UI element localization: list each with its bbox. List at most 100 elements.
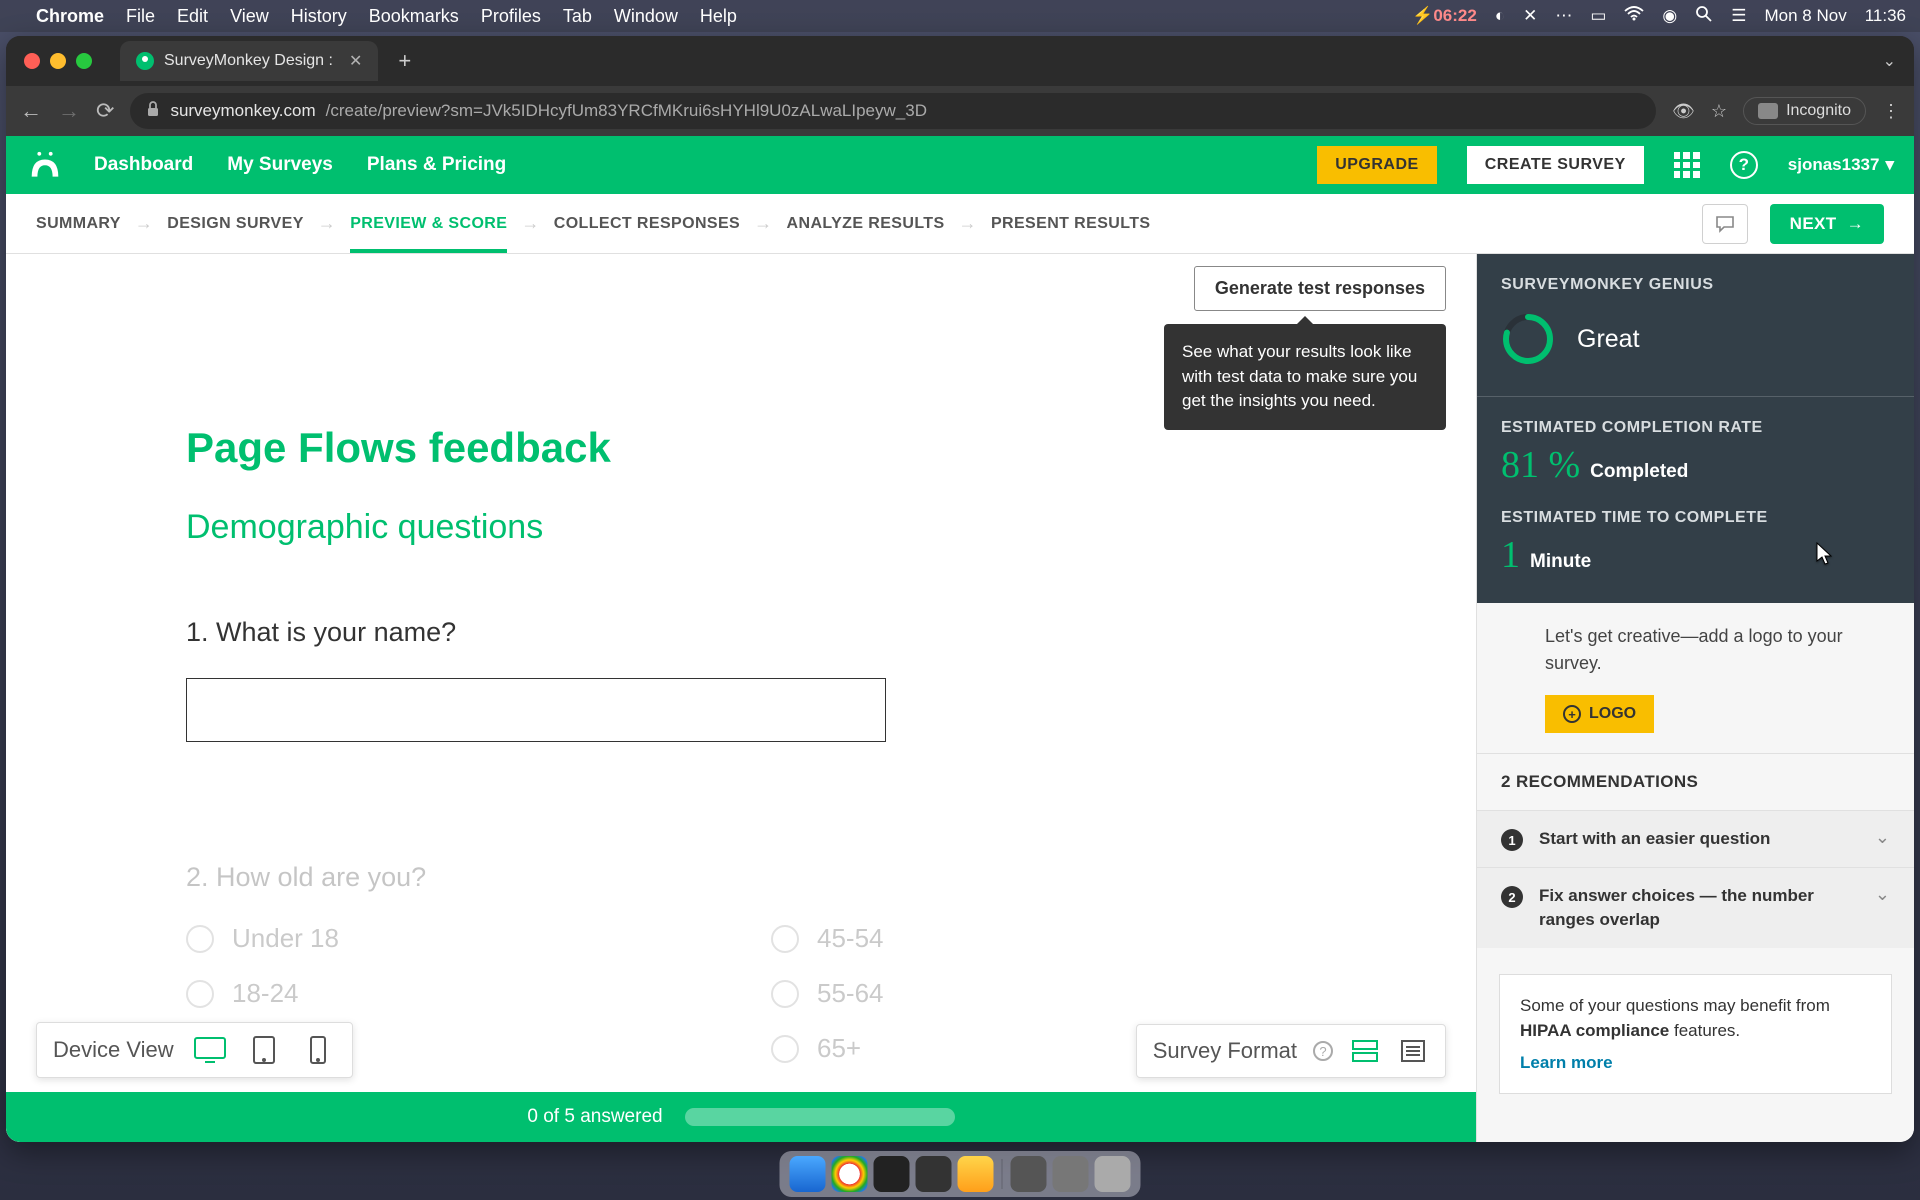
- generate-test-responses-button[interactable]: Generate test responses: [1194, 266, 1446, 311]
- time-head: ESTIMATED TIME TO COMPLETE: [1501, 509, 1890, 527]
- radio-option[interactable]: 18-24: [186, 978, 711, 1009]
- step-arrow-icon: →: [135, 213, 153, 234]
- menu-tab[interactable]: Tab: [563, 6, 592, 27]
- create-survey-button[interactable]: CREATE SURVEY: [1467, 146, 1644, 184]
- dock-terminal-icon[interactable]: [874, 1156, 910, 1192]
- radio-icon: [186, 925, 214, 953]
- step-arrow-icon: →: [318, 213, 336, 234]
- step-summary[interactable]: SUMMARY: [36, 196, 121, 252]
- nav-reload[interactable]: ⟳: [96, 98, 114, 124]
- recommendations-head: 2 RECOMMENDATIONS: [1477, 753, 1914, 810]
- learn-more-link[interactable]: Learn more: [1520, 1050, 1613, 1076]
- question-1-input[interactable]: [186, 678, 886, 742]
- dock-app-icon[interactable]: [1053, 1156, 1089, 1192]
- dock-chrome-icon[interactable]: [832, 1156, 868, 1192]
- url-input[interactable]: surveymonkey.com/create/preview?sm=JVk5I…: [130, 93, 1656, 129]
- help-icon[interactable]: ?: [1730, 151, 1758, 179]
- step-arrow-icon: →: [521, 213, 539, 234]
- format-one-at-a-time-icon[interactable]: [1349, 1037, 1381, 1065]
- radio-option[interactable]: Under 18: [186, 923, 711, 954]
- menu-profiles[interactable]: Profiles: [481, 6, 541, 27]
- recommendation-item[interactable]: 1 Start with an easier question ⌄: [1477, 810, 1914, 867]
- nav-plans[interactable]: Plans & Pricing: [367, 154, 506, 176]
- window-minimize[interactable]: [50, 53, 66, 69]
- url-domain: surveymonkey.com: [170, 101, 315, 121]
- status-icon-2[interactable]: ✕: [1523, 6, 1537, 26]
- spotlight-icon[interactable]: [1695, 5, 1713, 28]
- dock-app-icon[interactable]: [958, 1156, 994, 1192]
- user-icon[interactable]: ◉: [1662, 6, 1677, 26]
- device-desktop-icon[interactable]: [192, 1035, 228, 1065]
- device-tablet-icon[interactable]: [246, 1035, 282, 1065]
- menu-help[interactable]: Help: [700, 6, 737, 27]
- sm-logo-icon[interactable]: [26, 150, 64, 180]
- question-1: 1. What is your name?: [186, 617, 1296, 742]
- favicon-icon: [136, 52, 154, 70]
- incognito-badge[interactable]: Incognito: [1743, 97, 1866, 125]
- format-classic-icon[interactable]: [1397, 1037, 1429, 1065]
- completion-rate-value: 81 %: [1501, 443, 1580, 487]
- radio-icon: [771, 925, 799, 953]
- nav-my-surveys[interactable]: My Surveys: [227, 154, 333, 176]
- window-close[interactable]: [24, 53, 40, 69]
- menu-app-name[interactable]: Chrome: [36, 6, 104, 27]
- step-preview[interactable]: PREVIEW & SCORE: [350, 196, 507, 252]
- nav-dashboard[interactable]: Dashboard: [94, 154, 193, 176]
- menu-view[interactable]: View: [230, 6, 269, 27]
- bookmark-star-icon[interactable]: ☆: [1711, 101, 1727, 122]
- tab-close-icon[interactable]: ✕: [349, 51, 362, 71]
- rec-text: Fix answer choices — the number ranges o…: [1539, 884, 1859, 932]
- dock-app-icon[interactable]: [916, 1156, 952, 1192]
- dock-app-icon[interactable]: [1011, 1156, 1047, 1192]
- status-icon-3[interactable]: ⋯: [1555, 6, 1572, 26]
- step-analyze[interactable]: ANALYZE RESULTS: [787, 196, 945, 252]
- survey-format-toolbar: Survey Format ?: [1136, 1024, 1446, 1078]
- genius-panel: SURVEYMONKEY GENIUS Great ESTIMATED COMP…: [1476, 254, 1914, 1142]
- dock-trash-icon[interactable]: [1095, 1156, 1131, 1192]
- control-center-icon[interactable]: ☰: [1731, 6, 1746, 26]
- tracking-icon[interactable]: 👁: [1672, 101, 1695, 122]
- rec-text: Start with an easier question: [1539, 827, 1859, 851]
- chrome-menu-icon[interactable]: ⋮: [1882, 101, 1900, 122]
- question-label: 1. What is your name?: [186, 617, 1296, 648]
- battery-status[interactable]: ⚡06:22: [1412, 6, 1477, 26]
- mac-dock: [780, 1151, 1141, 1197]
- user-menu[interactable]: sjonas1337▾: [1788, 155, 1894, 175]
- menu-history[interactable]: History: [291, 6, 347, 27]
- help-small-icon[interactable]: ?: [1313, 1041, 1333, 1061]
- step-present[interactable]: PRESENT RESULTS: [991, 196, 1151, 252]
- step-design[interactable]: DESIGN SURVEY: [167, 196, 304, 252]
- rec-number-badge: 1: [1501, 829, 1523, 851]
- radio-option[interactable]: 55-64: [771, 978, 1296, 1009]
- comment-button[interactable]: [1702, 204, 1748, 244]
- browser-tab[interactable]: SurveyMonkey Design : ✕: [120, 41, 378, 81]
- menu-file[interactable]: File: [126, 6, 155, 27]
- upgrade-button[interactable]: UPGRADE: [1317, 146, 1437, 184]
- add-logo-button[interactable]: + LOGO: [1545, 695, 1654, 733]
- status-icon-1[interactable]: ◐: [1495, 6, 1505, 26]
- lock-icon: [146, 101, 160, 122]
- radio-option[interactable]: 45-54: [771, 923, 1296, 954]
- menu-edit[interactable]: Edit: [177, 6, 208, 27]
- step-collect[interactable]: COLLECT RESPONSES: [554, 196, 740, 252]
- new-tab-button[interactable]: +: [398, 48, 411, 74]
- nav-forward: →: [58, 98, 80, 124]
- menu-date[interactable]: Mon 8 Nov: [1765, 6, 1847, 26]
- menu-time[interactable]: 11:36: [1865, 6, 1906, 26]
- device-view-toolbar: Device View: [36, 1022, 353, 1078]
- wifi-icon[interactable]: [1624, 6, 1644, 27]
- completion-rate-unit: Completed: [1590, 461, 1688, 483]
- apps-grid-icon[interactable]: [1674, 152, 1700, 178]
- menu-window[interactable]: Window: [614, 6, 678, 27]
- tabs-dropdown-icon[interactable]: ⌄: [1883, 51, 1896, 71]
- chevron-down-icon: ⌄: [1875, 827, 1890, 848]
- recommendation-item[interactable]: 2 Fix answer choices — the number ranges…: [1477, 867, 1914, 948]
- menu-bookmarks[interactable]: Bookmarks: [369, 6, 459, 27]
- window-maximize[interactable]: [76, 53, 92, 69]
- nav-back[interactable]: ←: [20, 98, 42, 124]
- dock-finder-icon[interactable]: [790, 1156, 826, 1192]
- next-button[interactable]: NEXT→: [1770, 204, 1884, 244]
- generate-test-tooltip: See what your results look like with tes…: [1164, 324, 1446, 430]
- device-mobile-icon[interactable]: [300, 1035, 336, 1065]
- battery-icon[interactable]: ▭: [1590, 6, 1606, 26]
